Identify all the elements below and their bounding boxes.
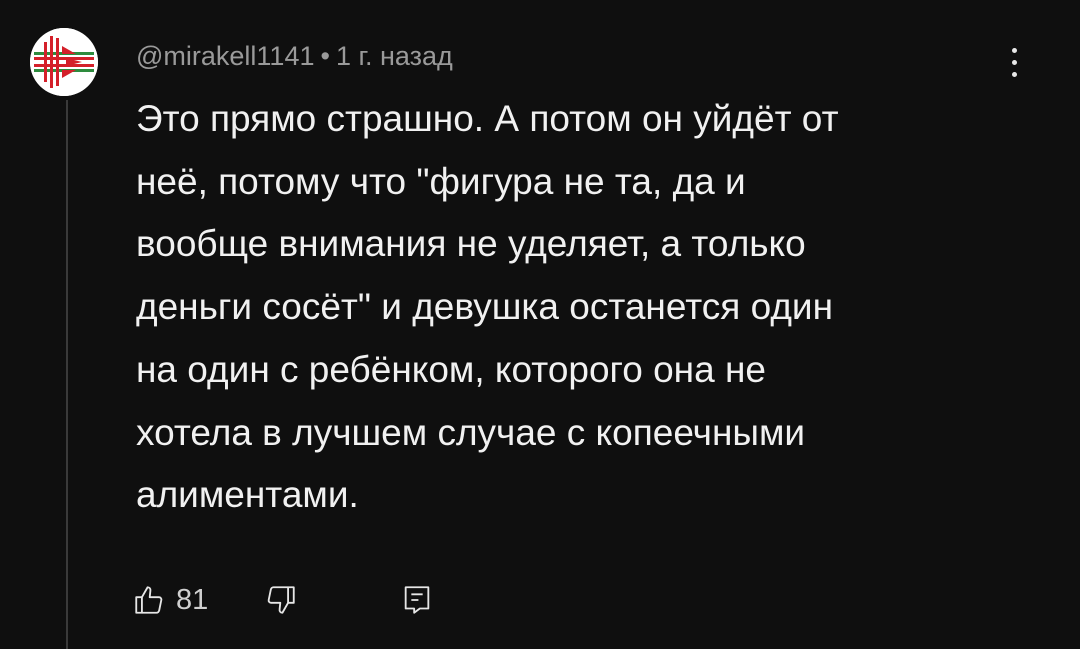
- author-name[interactable]: @mirakell1141: [136, 41, 314, 71]
- meta-separator: •: [320, 41, 330, 71]
- reply-button[interactable]: [400, 583, 434, 617]
- comment-meta: @mirakell1141 • 1 г. назад: [136, 38, 453, 74]
- more-vertical-icon: [1011, 47, 1017, 53]
- dislike-button[interactable]: [264, 583, 298, 617]
- like-button[interactable]: 81: [132, 583, 208, 617]
- thread-line: [66, 100, 68, 649]
- avatar[interactable]: [30, 28, 98, 96]
- reply-comment-icon: [405, 586, 430, 614]
- thumbs-down-icon: [267, 586, 295, 614]
- thumbs-up-icon: [135, 586, 163, 614]
- comment-text: Это прямо страшно. А потом он уйдёт от н…: [136, 98, 839, 516]
- comment-actions: 81: [132, 578, 434, 622]
- timestamp[interactable]: 1 г. назад: [336, 41, 453, 71]
- like-count: 81: [176, 583, 209, 616]
- avatar-emblem-icon: [30, 28, 98, 96]
- more-options-button[interactable]: [996, 40, 1032, 84]
